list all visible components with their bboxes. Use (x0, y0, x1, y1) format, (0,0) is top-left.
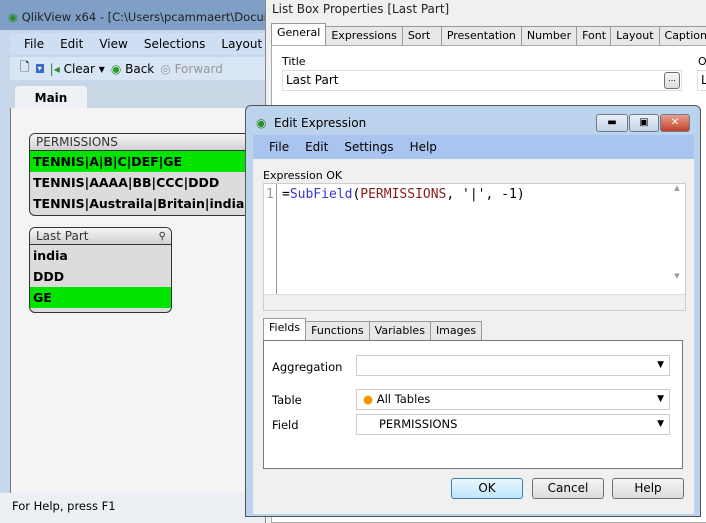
menu-help[interactable]: Help (402, 140, 445, 154)
menu-file[interactable]: File (261, 140, 297, 154)
back-icon: ◉ (110, 61, 122, 76)
tab-presentation[interactable]: Presentation (440, 26, 522, 45)
new-document-icon[interactable]: 🗋 (20, 58, 30, 79)
menu-file[interactable]: File (16, 37, 52, 51)
chevron-down-icon: ▼ (657, 419, 664, 429)
expr-args: , '|', -1) (446, 187, 525, 202)
edit-expression-dialog: ◉ Edit Expression ▬ ▣ ✕ File Edit Settin… (245, 105, 701, 517)
tab-functions[interactable]: Functions (305, 321, 370, 340)
title-label: Title (282, 55, 306, 68)
field-select[interactable]: PERMISSIONS ▼ (356, 414, 670, 435)
tab-main[interactable]: Main (15, 86, 87, 110)
back-label: Back (125, 61, 155, 76)
tab-variables[interactable]: Variables (368, 321, 431, 340)
list-item[interactable]: india (30, 245, 171, 266)
expression-editor[interactable]: 1 =SubField(PERMISSIONS, '|', -1) ▲ ▼ (263, 183, 686, 311)
close-button[interactable]: ✕ (660, 114, 690, 132)
maximize-button[interactable]: ▣ (629, 114, 659, 132)
aggregation-select[interactable]: ▼ (356, 355, 670, 376)
menu-view[interactable]: View (91, 37, 135, 51)
expression-text: =SubField(PERMISSIONS, '|', -1) (282, 187, 525, 202)
dialog-title: Edit Expression (274, 116, 367, 130)
listbox-last-part[interactable]: Last Part ⚲ india DDD GE (29, 227, 172, 313)
listbox-permissions[interactable]: PERMISSIONS TENNIS|A|B|C|DEF|GE TENNIS|A… (29, 133, 269, 216)
dialog-title: List Box Properties [Last Part] (272, 2, 450, 16)
expression-status: Expression OK (263, 169, 343, 182)
field-label: Field (272, 418, 299, 432)
browse-button[interactable]: ... (664, 72, 680, 89)
object-id-label: Ol (698, 55, 706, 68)
minimize-button[interactable]: ▬ (596, 114, 628, 132)
tab-number[interactable]: Number (520, 26, 578, 45)
listbox-caption-bar: Last Part ⚲ (30, 228, 171, 245)
table-dot-icon: ● (363, 392, 374, 406)
window-title: ◉ QlikView x64 - [C:\Users\pcammaert\Doc… (8, 10, 271, 24)
tab-images[interactable]: Images (429, 321, 483, 340)
menu-selections[interactable]: Selections (136, 37, 214, 51)
qlikview-window: ◉ QlikView x64 - [C:\Users\pcammaert\Doc… (0, 0, 271, 523)
table-label: Table (272, 393, 302, 407)
menu-layout[interactable]: Layout (213, 37, 270, 51)
line-number: 1 (264, 184, 277, 294)
helper-tabs: Fields Functions Variables Images (263, 318, 483, 340)
list-item[interactable]: DDD (30, 266, 171, 287)
tab-sort[interactable]: Sort (401, 26, 442, 45)
qlikview-logo-icon: ◉ (256, 116, 267, 130)
list-item[interactable]: TENNIS|AAAA|BB|CCC|DDD (30, 172, 268, 193)
status-bar: For Help, press F1 (0, 493, 270, 523)
listbox-caption: PERMISSIONS (30, 134, 268, 151)
sheet-tabs: Main (10, 82, 270, 110)
back-button[interactable]: ◉ Back (111, 62, 154, 76)
properties-tabs: General Expressions Sort Presentation Nu… (271, 23, 706, 45)
forward-icon: ◎ (160, 61, 171, 76)
title-input[interactable]: Last Part (282, 70, 682, 91)
menu-settings[interactable]: Settings (336, 140, 401, 154)
menu-bar: File Edit View Selections Layout (10, 33, 270, 55)
clear-label: Clear (63, 61, 95, 76)
menu-edit[interactable]: Edit (297, 140, 336, 154)
ok-button[interactable]: OK (451, 478, 523, 499)
help-button[interactable]: Help (612, 478, 684, 499)
tab-fields[interactable]: Fields (263, 318, 307, 340)
expr-function: SubField (289, 187, 353, 202)
tab-expressions[interactable]: Expressions (325, 26, 403, 45)
vertical-scrollbar[interactable]: ▲ ▼ (669, 184, 685, 294)
search-icon[interactable]: ⚲ (159, 228, 166, 245)
field-value: PERMISSIONS (379, 417, 458, 431)
expr-field: PERMISSIONS (360, 187, 447, 202)
object-id-input[interactable]: L (697, 70, 706, 91)
chevron-down-icon: ▼ (657, 394, 664, 404)
forward-button[interactable]: ◎ Forward (160, 62, 223, 76)
toolbar: 🗋 ▾ |◂ Clear ▾ ◉ Back ◎ Forward (10, 57, 270, 80)
fields-panel: Aggregation ▼ Table ● All Tables ▼ Field … (263, 340, 683, 469)
table-select[interactable]: ● All Tables ▼ (356, 389, 670, 410)
menu-edit[interactable]: Edit (52, 37, 91, 51)
chevron-down-icon: ▼ (657, 360, 664, 370)
tab-caption[interactable]: Caption (658, 26, 706, 45)
tab-general[interactable]: General (271, 23, 327, 45)
sheet: PERMISSIONS TENNIS|A|B|C|DEF|GE TENNIS|A… (10, 108, 270, 493)
table-value: All Tables (376, 392, 431, 406)
clear-icon: |◂ (49, 61, 60, 76)
toolbar-overflow-icon[interactable]: ▾ (35, 64, 44, 73)
list-item[interactable]: TENNIS|Austraila|Britain|india (30, 193, 268, 214)
horizontal-scrollbar[interactable] (264, 294, 685, 310)
list-item[interactable]: TENNIS|A|B|C|DEF|GE (30, 151, 268, 172)
expr-eq: = (282, 187, 290, 202)
forward-label: Forward (174, 61, 223, 76)
tab-font[interactable]: Font (576, 26, 612, 45)
clear-button[interactable]: |◂ Clear ▾ (50, 62, 105, 76)
list-item[interactable]: GE (30, 287, 171, 308)
tab-layout[interactable]: Layout (610, 26, 660, 45)
dialog-body: Expression OK 1 =SubField(PERMISSIONS, '… (253, 159, 694, 514)
cancel-button[interactable]: Cancel (532, 478, 604, 499)
listbox-caption: Last Part (36, 229, 89, 243)
menu-bar: File Edit Settings Help (253, 135, 694, 159)
qlikview-logo-icon: ◉ (8, 10, 19, 24)
aggregation-label: Aggregation (272, 360, 343, 374)
window-title-text: QlikView x64 - [C:\Users\pcammaert\Docun (21, 10, 272, 24)
